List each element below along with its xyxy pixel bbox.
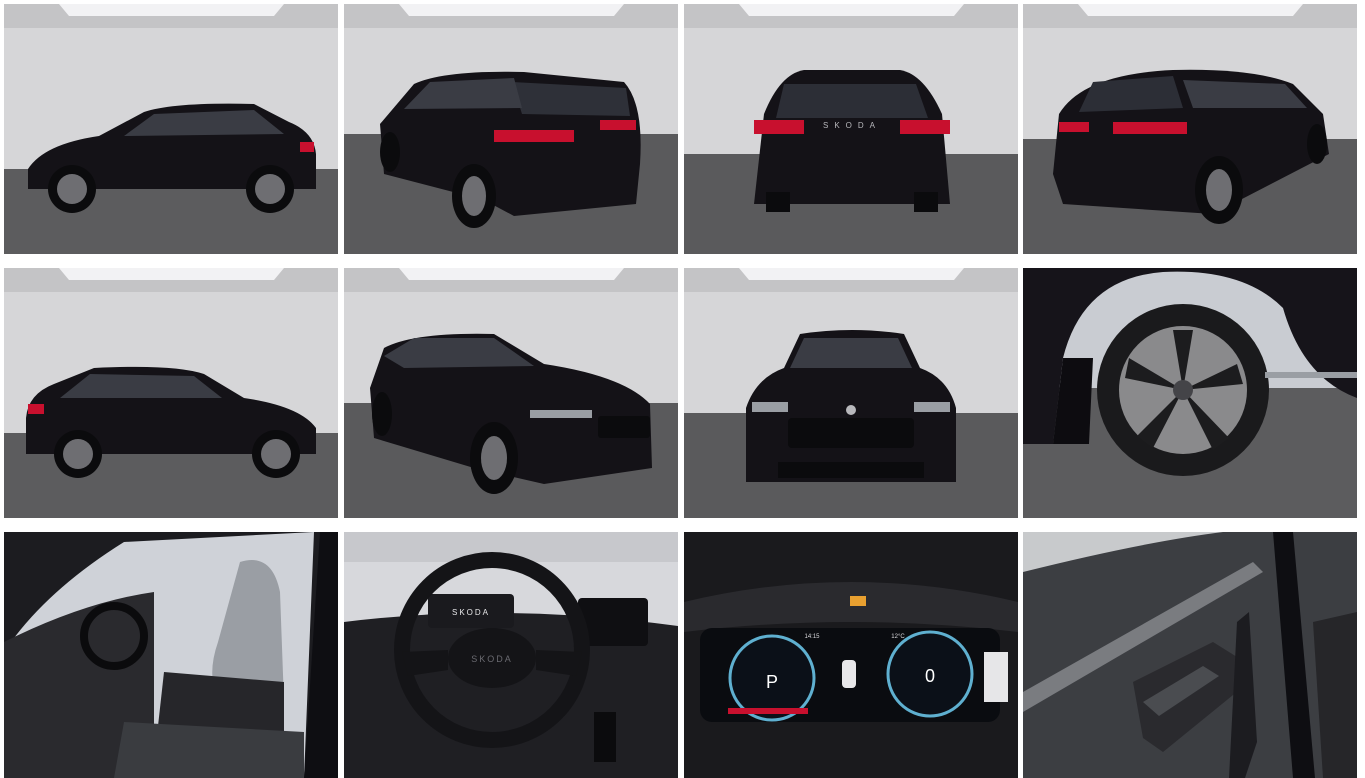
car-rear-quarter-right-icon	[1023, 4, 1357, 254]
gallery-photo-front-quarter[interactable]	[344, 268, 678, 518]
wheel-rim-icon	[1023, 268, 1357, 518]
gear-indicator: P	[766, 672, 778, 692]
gallery-photo-rear-quarter-right[interactable]	[1023, 4, 1357, 254]
car-front-quarter-icon	[344, 268, 678, 518]
car-rear-quarter-left-icon	[344, 4, 678, 254]
clock-readout: 14:15	[804, 634, 820, 640]
temperature-readout: 12°C	[891, 634, 905, 640]
gallery-photo-steering-wheel[interactable]: SKODA SKODA	[344, 532, 678, 778]
speed-readout: 0	[925, 666, 935, 686]
gallery-photo-side-right[interactable]	[4, 268, 338, 518]
digital-cockpit-icon: P 0 14:15 12°C	[684, 532, 1018, 778]
photo-gallery: SKODA SKODA SKODA P 0 14:15 12°C	[0, 0, 1365, 778]
gallery-photo-side-left[interactable]	[4, 4, 338, 254]
gallery-photo-interior-seats[interactable]	[4, 532, 338, 778]
gallery-photo-door-panel[interactable]	[1023, 532, 1357, 778]
gallery-photo-wheel[interactable]	[1023, 268, 1357, 518]
car-front-icon	[684, 268, 1018, 518]
gallery-photo-rear[interactable]: SKODA	[684, 4, 1018, 254]
interior-seats-icon	[4, 532, 338, 778]
steering-wheel-icon: SKODA SKODA	[344, 532, 678, 778]
cluster-logo-text: SKODA	[452, 608, 490, 617]
door-panel-icon	[1023, 532, 1357, 778]
gallery-photo-rear-quarter-left[interactable]	[344, 4, 678, 254]
car-rear-icon: SKODA	[684, 4, 1018, 254]
car-side-right-icon	[4, 268, 338, 518]
steering-badge-text: SKODA	[471, 654, 513, 664]
gallery-photo-front[interactable]	[684, 268, 1018, 518]
gallery-photo-digital-cockpit[interactable]: P 0 14:15 12°C	[684, 532, 1018, 778]
car-side-left-icon	[4, 4, 338, 254]
rear-lettering: SKODA	[823, 121, 881, 130]
